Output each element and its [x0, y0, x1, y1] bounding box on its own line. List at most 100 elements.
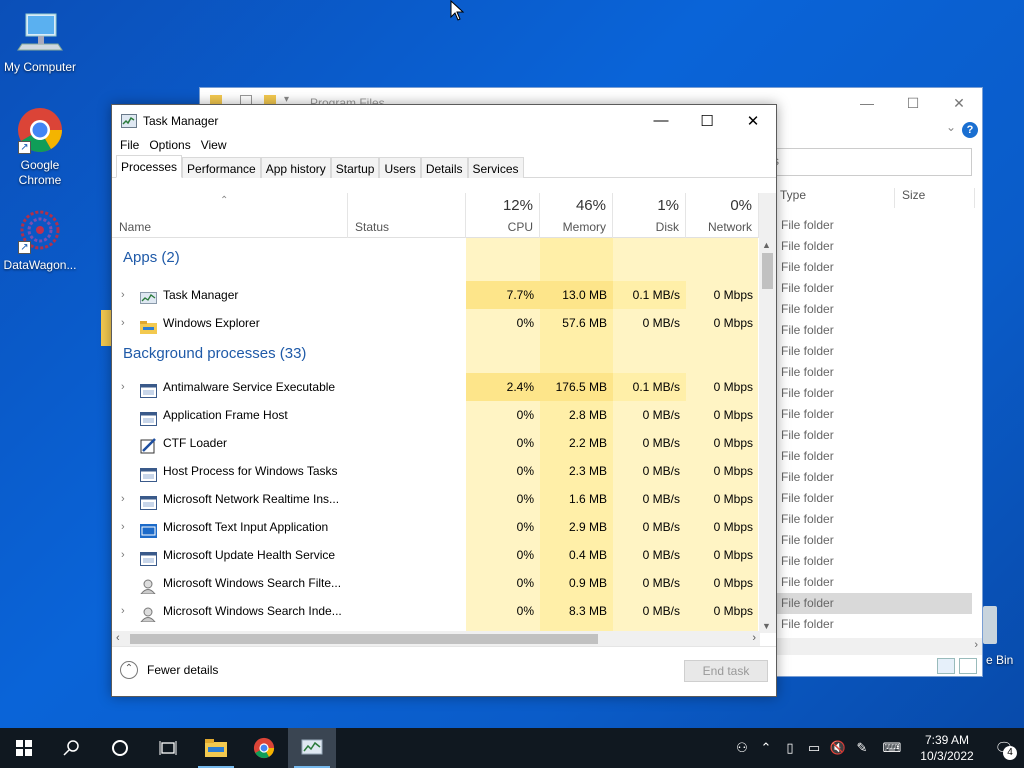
fewer-details-button[interactable]: ⌃ Fewer details — [120, 661, 218, 679]
file-row-type[interactable]: File folder — [777, 299, 972, 320]
large-icons-view-button[interactable] — [959, 658, 977, 674]
desktop-icon-datawagon[interactable]: ↗ DataWagon... — [0, 206, 80, 273]
group-header-background[interactable]: Background processes (33) — [123, 345, 306, 362]
volume-muted-icon[interactable]: 🔇 — [826, 740, 850, 756]
process-row[interactable]: › Microsoft Windows Search Inde... 0% 8.3 M… — [112, 597, 758, 625]
column-header-type[interactable]: Type — [780, 188, 895, 208]
search-input[interactable]: s — [772, 148, 972, 176]
column-header-cpu[interactable]: 12% CPU — [466, 193, 540, 238]
taskbar-task-manager[interactable] — [288, 728, 336, 768]
process-row[interactable]: CTF Loader 0% 2.2 MB 0 MB/s 0 Mbps — [112, 429, 758, 457]
process-row[interactable]: Microsoft Windows Search Filte... 0% 0.9 M… — [112, 569, 758, 597]
process-row[interactable]: Application Frame Host 0% 2.8 MB 0 MB/s 0 Mb… — [112, 401, 758, 429]
file-row-type[interactable]: File folder — [777, 572, 972, 593]
close-button[interactable]: ✕ — [730, 105, 776, 136]
expand-chevron-icon[interactable]: › — [121, 513, 125, 541]
column-header-size[interactable]: Size — [895, 188, 975, 208]
tab-services[interactable]: Services — [467, 157, 524, 178]
horizontal-scrollbar[interactable]: ‹ › — [112, 631, 760, 647]
scroll-right-icon[interactable]: › — [752, 632, 756, 644]
tab-processes[interactable]: Processes — [116, 155, 183, 178]
file-row-type[interactable]: File folder — [777, 446, 972, 467]
column-header-name[interactable]: ⌃ Name — [112, 193, 348, 238]
pen-ink-icon[interactable]: ✎ — [850, 740, 874, 756]
process-row[interactable]: › Microsoft Update Health Service 0% 0.4 MB… — [112, 541, 758, 569]
process-row[interactable]: › Microsoft Text Input Application 0% 2.9 M… — [112, 513, 758, 541]
network-icon[interactable]: ▭ — [802, 740, 826, 756]
vertical-scrollbar[interactable]: ▲ ▼ — [759, 193, 776, 633]
file-row-type[interactable]: File folder — [777, 509, 972, 530]
show-hidden-icons-chevron-icon[interactable]: ⌃ — [754, 740, 778, 756]
start-button[interactable] — [0, 728, 48, 768]
file-row-type[interactable]: File folder — [777, 362, 972, 383]
group-header-apps[interactable]: Apps (2) — [123, 249, 180, 266]
expand-chevron-icon[interactable]: › — [121, 309, 125, 337]
menu-view[interactable]: View — [199, 136, 233, 156]
file-row-type[interactable]: File folder — [777, 593, 972, 614]
file-row-type[interactable]: File folder — [777, 425, 972, 446]
file-row-type[interactable]: File folder — [777, 215, 972, 236]
clock[interactable]: 7:39 AM 10/3/2022 — [910, 732, 984, 764]
help-icon[interactable]: ? — [962, 122, 978, 138]
taskbar-chrome[interactable] — [240, 728, 288, 768]
file-row-type[interactable]: File folder — [777, 320, 972, 341]
search-button[interactable] — [48, 728, 96, 768]
tab-users[interactable]: Users — [379, 157, 421, 178]
column-header-status[interactable]: Status — [348, 193, 466, 238]
file-row-type[interactable]: File folder — [777, 488, 972, 509]
file-row-type[interactable]: File folder — [777, 257, 972, 278]
column-header-memory[interactable]: 46% Memory — [540, 193, 613, 238]
file-row-type[interactable]: File folder — [777, 383, 972, 404]
people-icon[interactable]: ⚇ — [730, 740, 754, 756]
process-row[interactable]: › Task Manager 7.7% 13.0 MB 0.1 MB/s 0 Mbps — [112, 281, 758, 309]
recycle-bin-icon[interactable] — [983, 606, 997, 644]
maximize-button[interactable]: ☐ — [890, 88, 936, 118]
tab-startup[interactable]: Startup — [330, 157, 380, 178]
menu-options[interactable]: Options — [147, 136, 196, 156]
file-row-type[interactable]: File folder — [777, 341, 972, 362]
keyboard-icon[interactable]: ⌨ — [874, 740, 910, 756]
scroll-thumb[interactable] — [130, 634, 598, 644]
menu-file[interactable]: File — [118, 136, 145, 156]
expand-chevron-icon[interactable]: › — [121, 485, 125, 513]
minimize-button[interactable]: — — [638, 105, 684, 136]
file-row-type[interactable]: File folder — [777, 614, 972, 635]
cortana-button[interactable] — [96, 728, 144, 768]
horizontal-scrollbar[interactable]: › — [777, 638, 982, 655]
column-header-network[interactable]: 0% Network — [686, 193, 759, 238]
tab-app-history[interactable]: App history — [260, 157, 331, 178]
chevron-down-icon[interactable]: ⌄ — [946, 120, 956, 134]
expand-chevron-icon[interactable]: › — [121, 373, 125, 401]
minimize-button[interactable]: — — [844, 88, 890, 118]
desktop-icon-google-chrome[interactable]: ↗ Google Chrome — [0, 106, 80, 188]
scroll-up-icon[interactable]: ▲ — [762, 240, 771, 250]
process-row[interactable]: › Microsoft Network Realtime Ins... 0% 1.6 … — [112, 485, 758, 513]
expand-chevron-icon[interactable]: › — [121, 597, 125, 625]
maximize-button[interactable]: ☐ — [684, 105, 730, 136]
file-row-type[interactable]: File folder — [777, 467, 972, 488]
tablet-icon[interactable]: ▯ — [778, 740, 802, 756]
process-row[interactable]: › Windows Explorer 0% 57.6 MB 0 MB/s 0 Mbps — [112, 309, 758, 337]
taskbar-file-explorer[interactable] — [192, 728, 240, 768]
scroll-left-icon[interactable]: ‹ — [116, 632, 120, 644]
file-row-type[interactable]: File folder — [777, 551, 972, 572]
process-row[interactable]: › Antimalware Service Executable 2.4% 176.5… — [112, 373, 758, 401]
tab-details[interactable]: Details — [420, 157, 468, 178]
tab-performance[interactable]: Performance — [182, 157, 261, 178]
column-header-disk[interactable]: 1% Disk — [613, 193, 686, 238]
task-manager-titlebar[interactable]: Task Manager — ☐ ✕ — [112, 105, 776, 136]
desktop-icon-my-computer[interactable]: My Computer — [0, 8, 80, 75]
task-view-button[interactable] — [144, 728, 192, 768]
expand-chevron-icon[interactable]: › — [121, 281, 125, 309]
task-manager-window[interactable]: Task Manager — ☐ ✕ File Options View Pro… — [111, 104, 777, 697]
scroll-right-icon[interactable]: › — [974, 639, 978, 651]
file-row-type[interactable]: File folder — [777, 236, 972, 257]
end-task-button[interactable]: End task — [684, 660, 768, 682]
file-row-type[interactable]: File folder — [777, 404, 972, 425]
action-center-button[interactable]: 🗨 4 — [984, 739, 1024, 760]
details-view-button[interactable] — [937, 658, 955, 674]
scroll-thumb[interactable] — [762, 253, 773, 289]
file-row-type[interactable]: File folder — [777, 278, 972, 299]
close-button[interactable]: ✕ — [936, 88, 982, 118]
process-row[interactable]: Host Process for Windows Tasks 0% 2.3 MB 0 … — [112, 457, 758, 485]
